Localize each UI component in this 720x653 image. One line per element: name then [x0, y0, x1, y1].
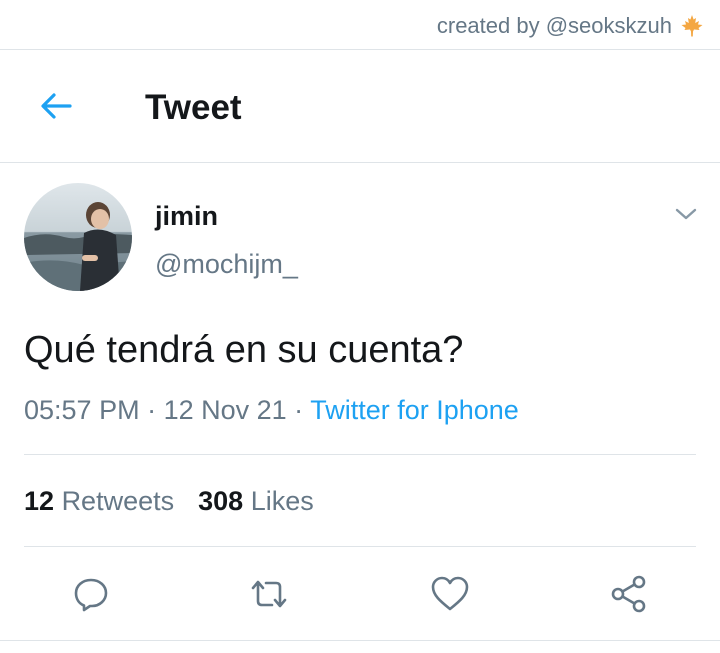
meta-separator: ·: [286, 395, 311, 425]
more-options-button[interactable]: [672, 200, 700, 228]
tweet-meta: 05:57 PM · 12 Nov 21 · Twitter for Iphon…: [24, 392, 519, 428]
retweet-button[interactable]: [246, 571, 292, 617]
arrow-left-icon: [41, 93, 72, 119]
likes-stat[interactable]: 308 Likes: [198, 483, 314, 519]
retweets-stat[interactable]: 12 Retweets: [24, 483, 174, 519]
likes-label: Likes: [250, 486, 314, 516]
reply-icon: [74, 578, 108, 612]
likes-count: 308: [198, 486, 244, 516]
retweet-icon: [251, 580, 287, 608]
maple-leaf-icon: [681, 15, 703, 37]
share-button[interactable]: [606, 571, 652, 617]
bottom-divider: [0, 640, 720, 641]
meta-separator: ·: [139, 395, 164, 425]
chevron-down-icon: [675, 208, 697, 220]
avatar[interactable]: [24, 183, 132, 291]
like-icon: [431, 576, 469, 611]
tweet-time: 05:57 PM: [24, 395, 140, 425]
retweets-count: 12: [24, 486, 55, 516]
author-name[interactable]: jimin: [155, 200, 218, 232]
tweet-text: Qué tendrá en su cuenta?: [24, 329, 464, 371]
stats-divider: [24, 546, 696, 547]
avatar-photo: [24, 183, 132, 291]
tweet-actions: [0, 565, 720, 621]
share-icon: [611, 575, 646, 613]
header-divider: [0, 162, 720, 163]
back-button[interactable]: [36, 86, 76, 126]
reply-button[interactable]: [68, 571, 114, 617]
retweets-label: Retweets: [61, 486, 175, 516]
like-button[interactable]: [427, 571, 473, 617]
meta-divider: [24, 454, 696, 455]
tweet-source-link[interactable]: Twitter for Iphone: [310, 395, 519, 425]
tweet-date: 12 Nov 21: [163, 395, 287, 425]
tweet-header: Tweet: [0, 50, 720, 162]
credit-line: created by @seokskzuh: [437, 12, 704, 40]
page-title: Tweet: [145, 88, 242, 127]
credit-text: created by @seokskzuh: [436, 13, 672, 38]
tweet-stats: 12 Retweets 308 Likes: [24, 483, 314, 519]
author-handle[interactable]: @mochijm_: [155, 248, 298, 280]
